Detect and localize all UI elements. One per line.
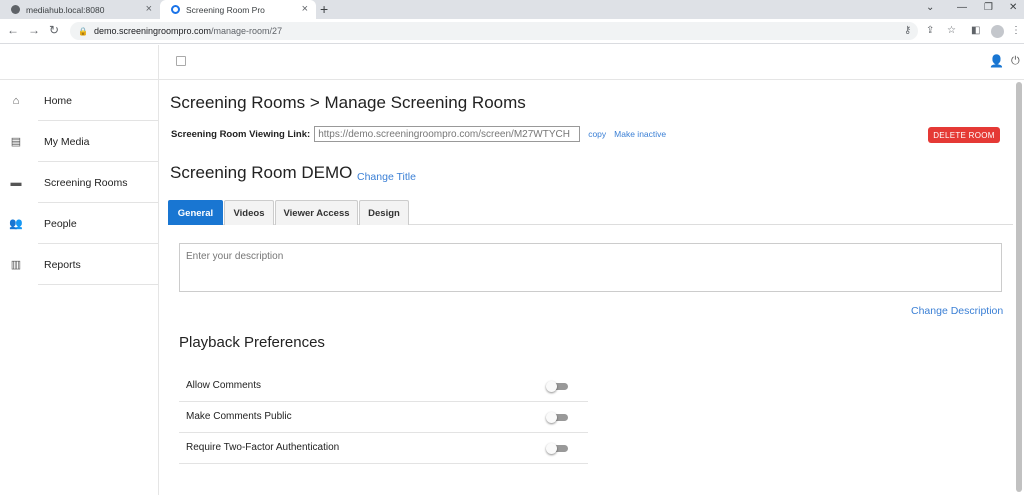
viewing-link-label: Screening Room Viewing Link:	[171, 128, 311, 140]
sidebar-item-label: Reports	[44, 258, 81, 271]
tab-videos[interactable]: Videos	[224, 200, 274, 225]
make-inactive-link[interactable]: Make inactive	[614, 129, 666, 139]
change-title-link[interactable]: Change Title	[357, 171, 416, 183]
sidebar-item-my-media[interactable]: ▤ My Media	[0, 121, 158, 162]
delete-room-button[interactable]: DELETE ROOM	[928, 127, 1000, 143]
menu-icon[interactable]: ⋮	[1011, 25, 1021, 36]
page-scrollbar[interactable]	[1013, 80, 1024, 495]
toggle-knob	[546, 443, 557, 454]
browser-toolbar: ← → ↻ 🔒 demo.screeningroompro.com /manag…	[0, 19, 1024, 44]
lock-icon: 🔒	[78, 26, 88, 36]
key-icon[interactable]: ⚷	[904, 25, 911, 36]
sidebar-item-label: Home	[44, 94, 73, 107]
sidebar-item-screening-rooms[interactable]: ▬ Screening Rooms	[0, 162, 158, 203]
sidebar-item-reports[interactable]: ▥ Reports	[0, 244, 158, 285]
playback-preferences-heading: Playback Preferences	[179, 334, 325, 351]
sidebar-item-home[interactable]: ⌂ Home	[0, 80, 158, 121]
viewing-link-input[interactable]	[314, 126, 581, 142]
sidebar-item-label: People	[44, 217, 77, 230]
tab-viewer-access[interactable]: Viewer Access	[275, 200, 358, 225]
close-tab-icon[interactable]: ×	[146, 3, 152, 15]
profile-avatar[interactable]	[991, 25, 1004, 38]
room-tabs: General Videos Viewer Access Design	[168, 200, 1013, 225]
forward-icon[interactable]: →	[28, 23, 40, 37]
bookmark-star-icon[interactable]: ☆	[947, 25, 956, 36]
two-factor-toggle[interactable]	[546, 443, 568, 454]
change-description-link[interactable]: Change Description	[911, 305, 1003, 317]
close-window-icon[interactable]: ✕	[1009, 2, 1017, 13]
loading-icon	[171, 5, 180, 14]
minimize-icon[interactable]: —	[957, 2, 967, 13]
sidebar-item-label: My Media	[44, 135, 90, 148]
browser-tab-screening-room[interactable]: Screening Room Pro ×	[160, 0, 316, 19]
share-icon[interactable]: ⇪	[926, 25, 934, 36]
browser-tab-strip: mediahub.local:8080 × Screening Room Pro…	[0, 0, 1024, 19]
page-title: Screening Rooms > Manage Screening Rooms	[170, 93, 526, 112]
browser-tab-mediahub[interactable]: mediahub.local:8080 ×	[0, 0, 160, 19]
public-comments-toggle[interactable]	[546, 412, 568, 423]
folder-icon: ▬	[10, 176, 22, 189]
new-tab-button[interactable]: +	[320, 1, 328, 17]
preference-label: Require Two-Factor Authentication	[186, 442, 340, 453]
sidebar: ⌂ Home ▤ My Media ▬ Screening Rooms 👥 Pe…	[0, 80, 159, 495]
browser-tab-title: mediahub.local:8080	[26, 4, 105, 15]
copy-link[interactable]: copy	[588, 129, 606, 139]
room-title: Screening Room DEMO	[170, 163, 353, 182]
url-path: /manage-room/27	[211, 26, 283, 36]
preference-label: Allow Comments	[186, 380, 262, 391]
globe-icon	[11, 5, 20, 14]
tab-design[interactable]: Design	[359, 200, 409, 225]
scrollbar-thumb[interactable]	[1016, 82, 1022, 492]
close-tab-icon[interactable]: ×	[302, 3, 308, 15]
side-panel-icon[interactable]: ◧	[971, 25, 980, 36]
home-icon: ⌂	[12, 94, 20, 107]
preference-row-public-comments: Make Comments Public	[179, 402, 588, 433]
sidebar-item-label: Screening Rooms	[44, 176, 128, 189]
reload-icon[interactable]: ↻	[49, 23, 59, 37]
film-icon: ▤	[10, 136, 22, 148]
toggle-knob	[546, 381, 557, 392]
bar-chart-icon: ▥	[10, 259, 22, 271]
toggle-knob	[546, 412, 557, 423]
preference-label: Make Comments Public	[186, 411, 292, 422]
address-bar[interactable]: 🔒 demo.screeningroompro.com /manage-room…	[70, 22, 918, 40]
url-host: demo.screeningroompro.com	[93, 26, 212, 36]
preference-row-two-factor: Require Two-Factor Authentication	[179, 433, 588, 464]
power-icon[interactable]: ⏻	[1011, 55, 1020, 68]
allow-comments-toggle[interactable]	[546, 381, 568, 392]
user-icon[interactable]: 👤	[989, 54, 1004, 68]
preference-row-allow-comments: Allow Comments	[179, 371, 588, 402]
sidebar-item-people[interactable]: 👥 People	[0, 203, 158, 244]
sidebar-header	[0, 45, 159, 80]
back-icon[interactable]: ←	[7, 23, 19, 37]
app-header: 👤 ⏻	[0, 45, 1024, 80]
tab-general[interactable]: General	[168, 200, 223, 225]
restore-icon[interactable]: ❐	[984, 2, 993, 13]
divider	[38, 284, 158, 285]
broken-logo-image	[176, 56, 186, 66]
browser-tab-title: Screening Room Pro	[186, 4, 265, 15]
tab-search-icon[interactable]: ⌄	[926, 2, 934, 13]
people-icon: 👥	[9, 218, 23, 230]
viewing-link-row: Screening Room Viewing Link: copy Make i…	[171, 126, 666, 142]
description-input[interactable]	[179, 243, 1002, 292]
